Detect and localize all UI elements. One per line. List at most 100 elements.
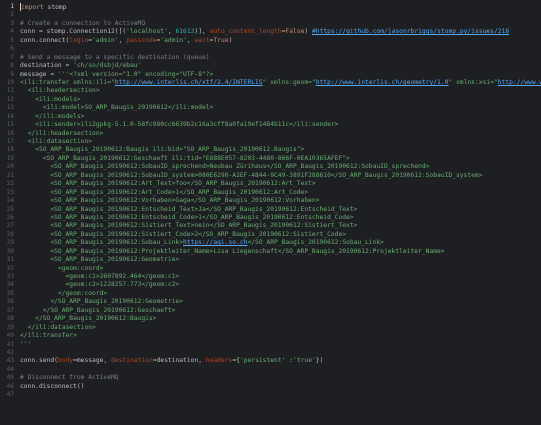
code-link[interactable]: https://agi.so.ch (183, 239, 247, 246)
code-line[interactable]: </ili:datasection> (20, 324, 541, 332)
line-number: 2 (10, 11, 14, 19)
code-line[interactable]: destination = 'ch/so/dsbjd/ebau' (20, 62, 541, 70)
code-line[interactable] (20, 11, 541, 19)
code-line[interactable]: conn.disconnect() (20, 383, 541, 391)
code-token: <SO_ARP_Baugis_20190612:Baugis ili:bid="… (20, 146, 305, 154)
line-number: 30 (6, 247, 14, 255)
code-token: 'true' (293, 357, 316, 365)
code-line[interactable]: # Send a message to a specific destinati… (20, 54, 541, 62)
code-token: headers (205, 357, 233, 365)
code-token: message = (20, 70, 58, 78)
line-number: 38 (6, 315, 14, 323)
code-token: 'admin' (160, 36, 187, 44)
code-line[interactable]: <ili:transfer xmlns:ili="http://www.inte… (20, 79, 541, 87)
code-line[interactable]: <SO_ARP_Baugis_20190612:Sistiert_Code>2<… (20, 231, 541, 239)
code-link[interactable]: http://www.interlis.ch/geometry/1.0 (316, 79, 449, 86)
code-line[interactable]: ''' (20, 341, 541, 349)
line-number: 15 (6, 121, 14, 129)
code-line[interactable]: <SO_ARP_Baugis_20190612:Art_Text>foo</SO… (20, 180, 541, 188)
code-line[interactable] (20, 366, 541, 374)
code-token: # Disconnect from ActiveMQ (20, 374, 119, 382)
code-line[interactable]: <SO_ARP_Baugis_20190612:Vorhaben>Gaga</S… (20, 197, 541, 205)
code-token: '''<?xml version="1.0" encoding="UTF-8"?… (57, 70, 214, 78)
code-token: </geom:coord> (20, 289, 108, 297)
code-token: <ili:transfer xmlns:ili=" (20, 78, 115, 86)
line-number: 28 (6, 230, 14, 238)
code-line[interactable]: <geom:coord> (20, 265, 541, 273)
code-line[interactable]: </ili:models> (20, 113, 541, 121)
line-number: 14 (6, 112, 14, 120)
line-number-gutter[interactable]: 1 2 3 4 5 6 7 8 9 10 11 12 13 14 15 16 17 18 19 20 21 22 23 24 2… (0, 0, 16, 425)
line-number: 1 (10, 3, 14, 10)
line-number: 13 (6, 104, 14, 112)
code-line[interactable]: <SO_ARP_Baugis_20190612:Geschaeft ili:ti… (20, 155, 541, 163)
code-line[interactable]: <SO_ARP_Baugis_20190612:Art_Code>1</SO_A… (20, 189, 541, 197)
code-line[interactable]: </geom:coord> (20, 290, 541, 298)
code-line[interactable]: message = '''<?xml version="1.0" encodin… (20, 71, 541, 79)
code-line[interactable]: <SO_ARP_Baugis_20190612:SobauID_system>0… (20, 172, 541, 180)
code-token: </ili:headersection> (20, 129, 104, 137)
code-token: ''' (20, 340, 32, 348)
code-line[interactable]: </ili:transfer> (20, 332, 541, 340)
code-token: </ili:transfer> (20, 332, 77, 340)
code-line[interactable]: <ili:model>SO_ARP_Baugis_20190612</ili:m… (20, 104, 541, 112)
code-area[interactable]: import stomp # Create a connection to Act… (20, 3, 541, 425)
code-token: <geom:c1>2607892.464</geom:c1> (20, 273, 180, 280)
code-token: stomp (43, 4, 67, 11)
code-line[interactable]: # Disconnect from ActiveMQ (20, 374, 541, 382)
code-token: wait (194, 36, 210, 44)
code-line[interactable]: <ili:models> (20, 96, 541, 104)
code-link[interactable]: http://www.w3.org/2001 (498, 79, 541, 86)
code-line[interactable]: <SO_ARP_Baugis_20190612:Entscheid_Code>1… (20, 214, 541, 222)
code-token: : (285, 357, 294, 365)
line-number: 6 (10, 45, 14, 53)
code-token: <SO_ARP_Baugis_20190612:Sistiert_Text>ne… (20, 222, 358, 230)
code-line[interactable]: </SO_ARP_Baugis_20190612:Geometrie> (20, 298, 541, 306)
line-number: 41 (6, 340, 14, 348)
code-link[interactable]: #https://github.com/jasonrbriggs/stomp.p… (312, 28, 509, 35)
code-token: <SO_ARP_Baugis_20190612:Vorhaben>Gaga</S… (20, 197, 320, 205)
line-number: 46 (6, 382, 14, 390)
code-token: <geom:coord> (20, 264, 104, 272)
code-token: </ili:datasection> (20, 323, 96, 331)
code-line[interactable]: import stomp (20, 3, 541, 11)
code-line[interactable]: # Create a connection to ActiveMQ (20, 20, 541, 28)
code-line[interactable] (20, 349, 541, 357)
code-token: <SO_ARP_Baugis_20190612:SobauID_sprechen… (20, 163, 430, 171)
code-line[interactable]: </ili:headersection> (20, 130, 541, 138)
line-number: 25 (6, 205, 14, 213)
code-line[interactable]: conn.connect(login='admin', passcode='ad… (20, 37, 541, 45)
code-token: conn = stomp.Connection12([( (20, 28, 127, 36)
code-token: <SO_ARP_Baugis_20190612:Sobau_Link> (20, 239, 184, 247)
code-token: passcode (126, 36, 157, 44)
code-line[interactable]: <ili:datasection> (20, 138, 541, 146)
code-line[interactable]: <SO_ARP_Baugis_20190612:Entscheid_Text>J… (20, 206, 541, 214)
code-line[interactable]: <SO_ARP_Baugis_20190612:Sistiert_Text>ne… (20, 222, 541, 230)
line-number: 33 (6, 273, 14, 280)
code-line[interactable]: conn.send(body=message, destination=dest… (20, 357, 541, 365)
code-line[interactable]: <SO_ARP_Baugis_20190612:Geometrie> (20, 256, 541, 264)
line-number: 8 (10, 62, 14, 70)
code-line[interactable]: <ili:headersection> (20, 87, 541, 95)
code-line[interactable]: <SO_ARP_Baugis_20190612:SobauID_sprechen… (20, 163, 541, 171)
code-line[interactable] (20, 391, 541, 399)
code-line[interactable]: </SO_ARP_Baugis_20190612:Geschaeft> (20, 307, 541, 315)
code-token: # Create a connection to ActiveMQ (20, 19, 146, 27)
code-token: <SO_ARP_Baugis_20190612:Geschaeft ili:ti… (20, 154, 350, 162)
code-line[interactable] (20, 45, 541, 53)
line-number: 4 (10, 28, 14, 36)
code-line[interactable]: conn = stomp.Connection12([('localhost',… (20, 28, 541, 36)
code-editor[interactable]: 1 2 3 4 5 6 7 8 9 10 11 12 13 14 15 16 17 18 19 20 21 22 23 24 2… (0, 0, 541, 425)
code-line[interactable]: <geom:c1>2607892.464</geom:c1> (20, 273, 541, 281)
code-line[interactable]: <ili:sender>ili2gpkg-5.1.0-58fc980cc6639… (20, 121, 541, 129)
code-token: # Send a message to a specific destinati… (20, 53, 210, 61)
code-line[interactable]: <SO_ARP_Baugis_20190612:Baugis ili:bid="… (20, 146, 541, 154)
code-token: ) (304, 28, 312, 36)
code-token: <SO_ARP_Baugis_20190612:Entscheid_Code>1… (20, 213, 354, 221)
code-link[interactable]: http://www.interlis.ch/xtf/2.4/INTERLIS (115, 79, 263, 86)
code-line[interactable]: <SO_ARP_Baugis_20190612:Projektleiter_Na… (20, 248, 541, 256)
code-line[interactable]: </SO_ARP_Baugis_20190612:Baugis> (20, 315, 541, 323)
code-token: <SO_ARP_Baugis_20190612:Entscheid_Text>J… (20, 205, 358, 213)
code-line[interactable]: <geom:c2>1228257.773</geom:c2> (20, 281, 541, 289)
code-line[interactable]: <SO_ARP_Baugis_20190612:Sobau_Link>https… (20, 239, 541, 247)
